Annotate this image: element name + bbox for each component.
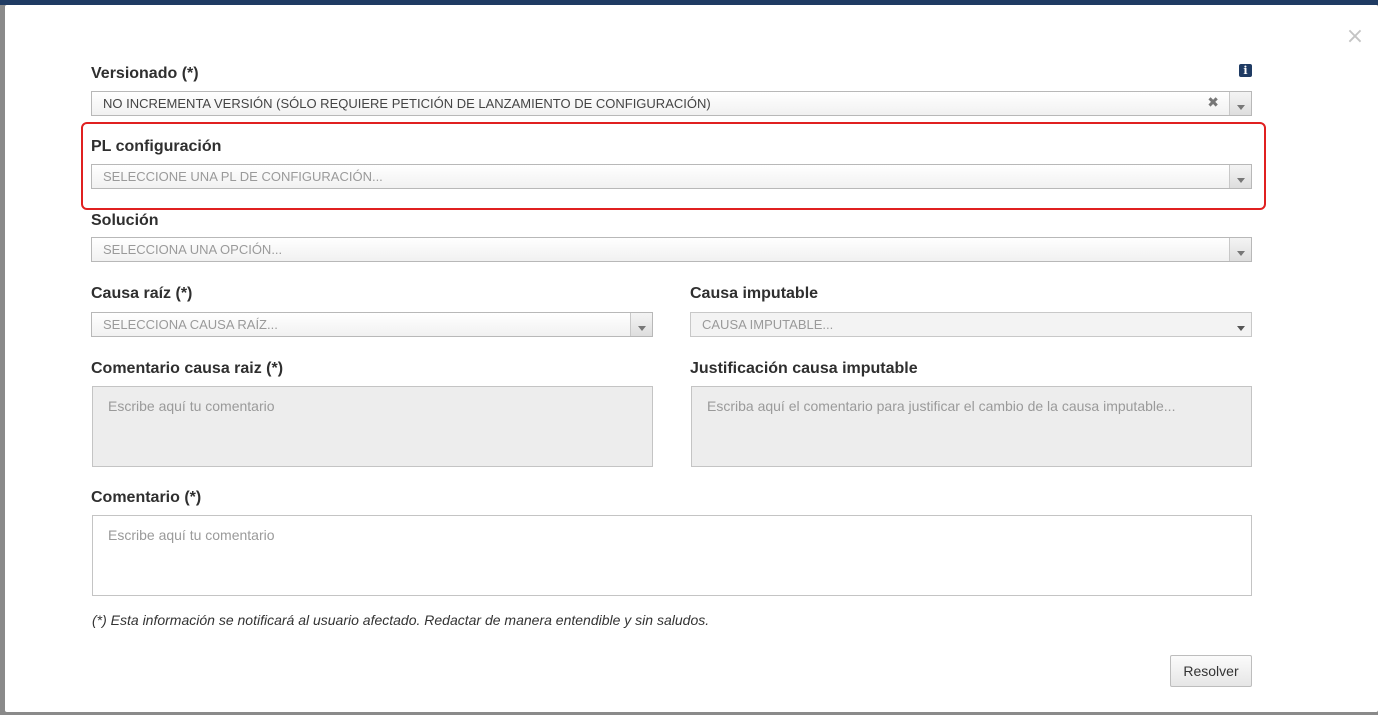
info-icon[interactable]: i [1239,64,1252,77]
causa-raiz-label: Causa raíz (*) [91,285,193,302]
resolver-button[interactable]: Resolver [1170,655,1252,687]
versionado-select[interactable]: NO INCREMENTA VERSIÓN (SÓLO REQUIERE PET… [91,91,1252,116]
pl-configuracion-select[interactable]: SELECCIONE UNA PL DE CONFIGURACIÓN... [91,164,1252,189]
solucion-select[interactable]: SELECCIONA UNA OPCIÓN... [91,237,1252,262]
causa-imputable-placeholder: CAUSA IMPUTABLE... [702,317,834,332]
causa-raiz-placeholder: SELECCIONA CAUSA RAÍZ... [103,317,278,332]
footnote: (*) Esta información se notificará al us… [92,612,710,628]
chevron-down-icon[interactable] [630,313,652,336]
solucion-placeholder: SELECCIONA UNA OPCIÓN... [103,242,283,257]
justificacion-causa-imputable-label: Justificación causa imputable [690,360,918,377]
chevron-down-icon[interactable] [1230,313,1251,336]
comentario-textarea[interactable] [92,515,1252,596]
comentario-causa-raiz-textarea[interactable] [92,386,653,467]
versionado-label: Versionado (*) [91,65,199,82]
chevron-down-icon[interactable] [1229,92,1251,115]
justificacion-causa-imputable-textarea[interactable] [691,386,1252,467]
comentario-causa-raiz-label: Comentario causa raiz (*) [91,360,284,377]
close-icon[interactable]: × [1345,26,1365,48]
chevron-down-icon[interactable] [1229,238,1251,261]
comentario-label: Comentario (*) [91,489,202,506]
versionado-value: NO INCREMENTA VERSIÓN (SÓLO REQUIERE PET… [103,96,711,111]
resolve-modal: × Versionado (*) i NO INCREMENTA VERSIÓN… [5,5,1378,712]
causa-imputable-label: Causa imputable [690,285,819,302]
solucion-label: Solución [91,212,159,229]
causa-raiz-select[interactable]: SELECCIONA CAUSA RAÍZ... [91,312,653,337]
chevron-down-icon[interactable] [1229,165,1251,188]
causa-imputable-select[interactable]: CAUSA IMPUTABLE... [690,312,1252,337]
clear-icon[interactable]: ✖ [1207,92,1219,115]
pl-configuracion-placeholder: SELECCIONE UNA PL DE CONFIGURACIÓN... [103,169,383,184]
pl-configuracion-label: PL configuración [91,138,222,155]
